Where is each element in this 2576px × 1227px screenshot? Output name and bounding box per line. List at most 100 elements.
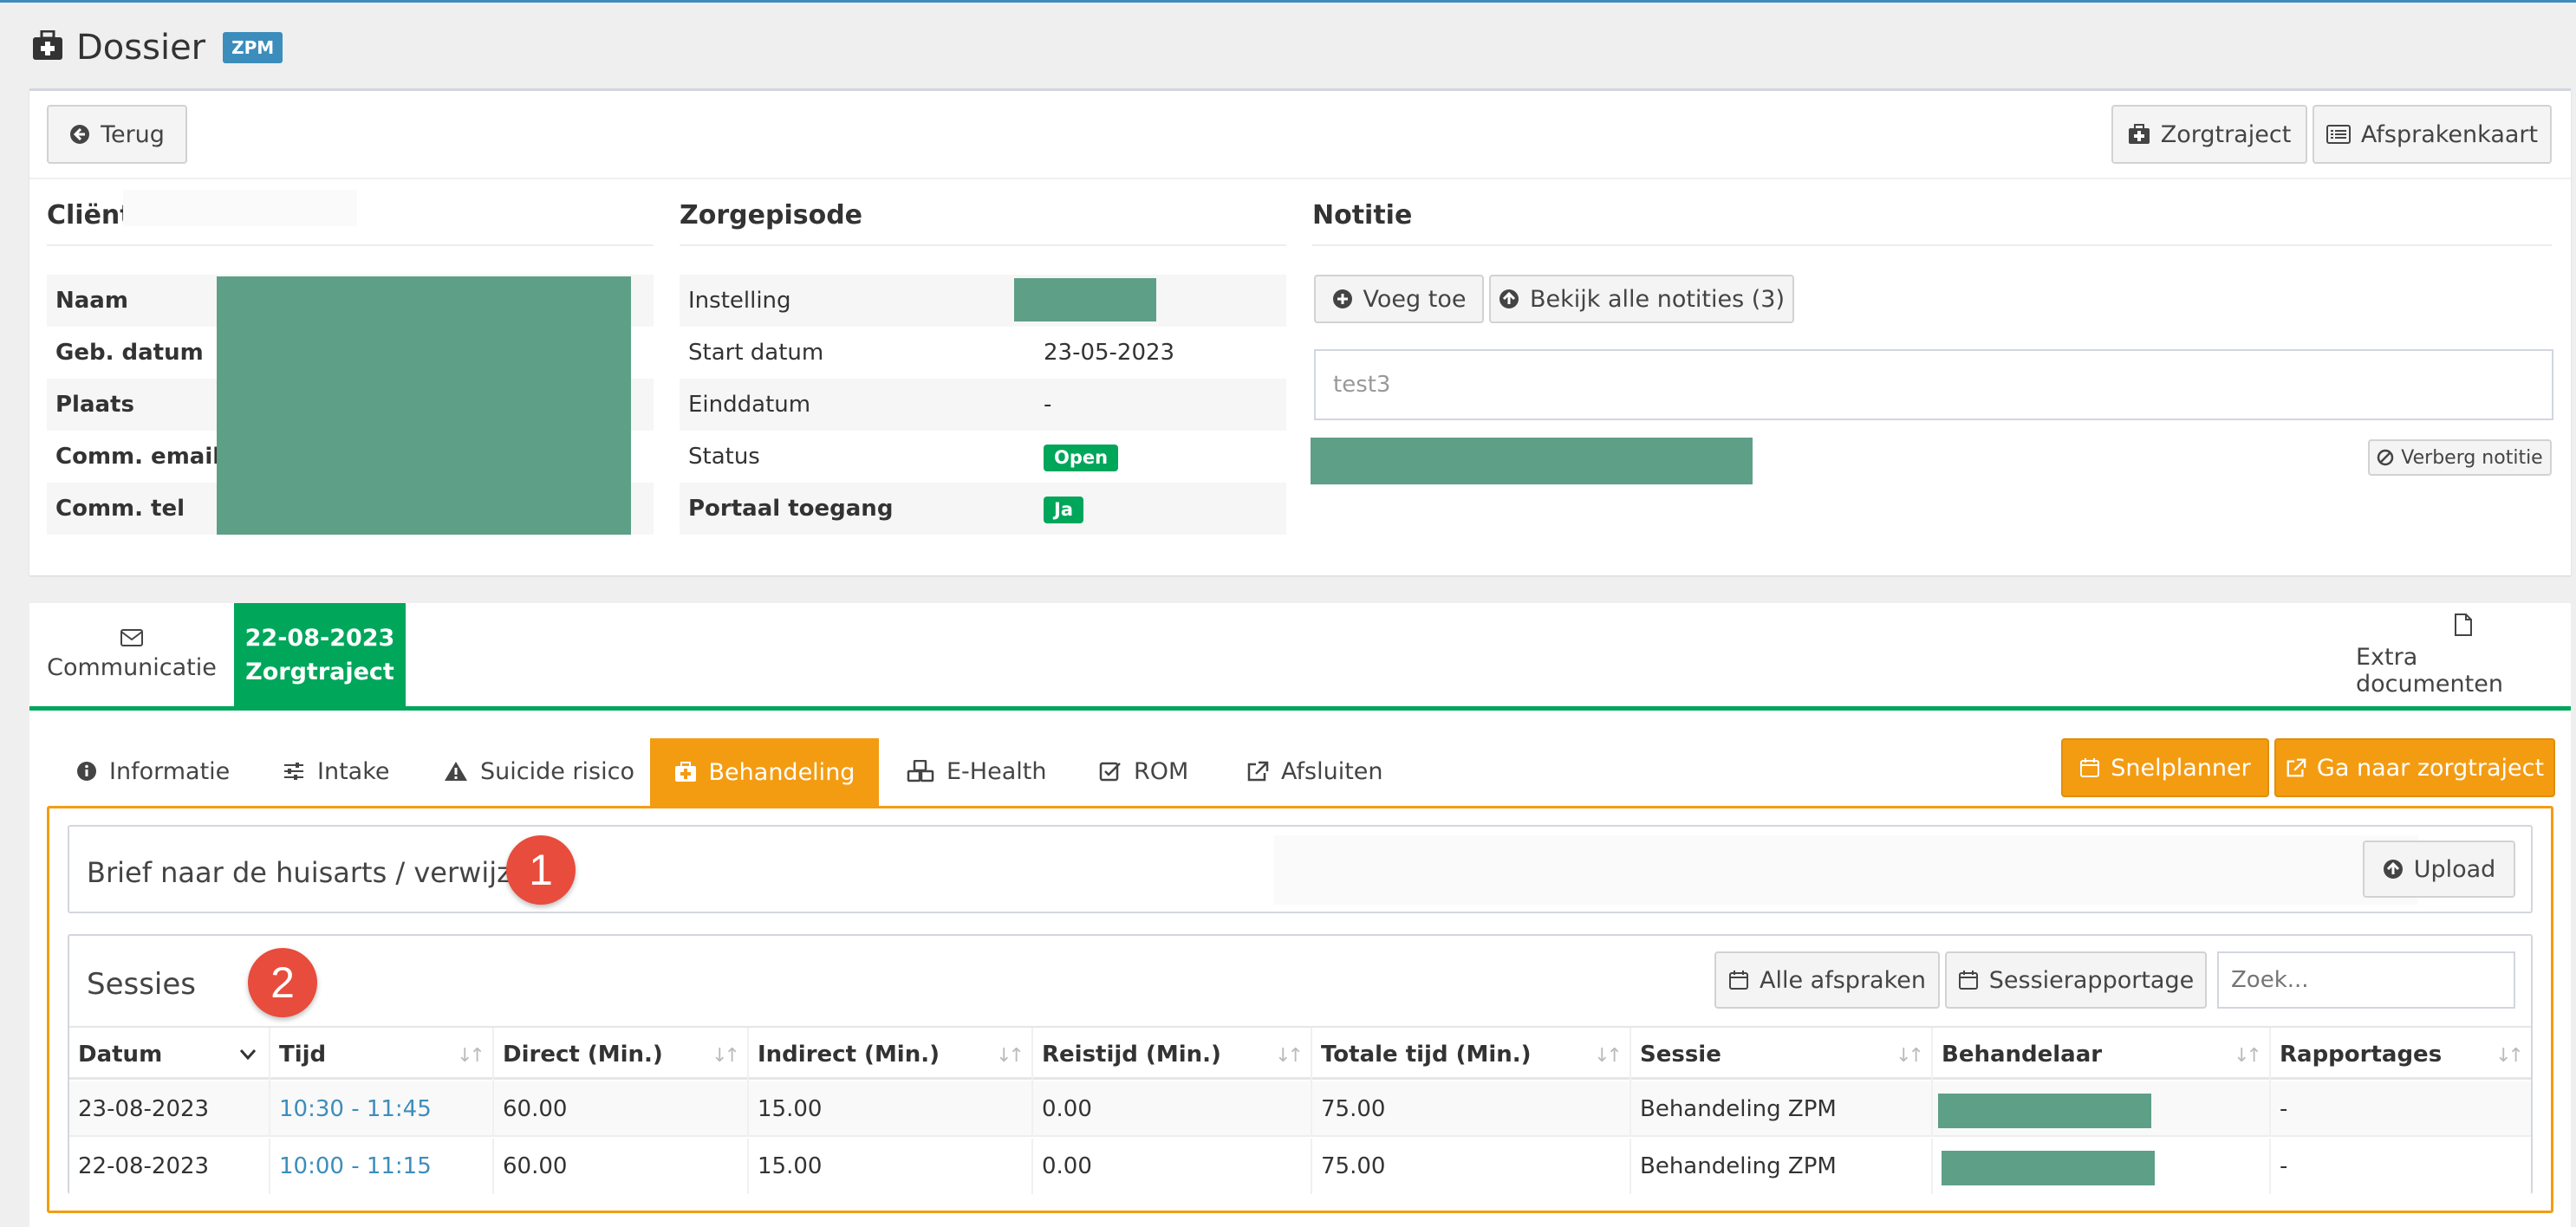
- sort-icon: ↓↑: [996, 1045, 1025, 1067]
- subtab-intake-label: Intake: [317, 757, 390, 785]
- subtab-intake[interactable]: Intake: [283, 738, 390, 804]
- search-input[interactable]: [2217, 951, 2515, 1009]
- episode-row-status: Status Open: [680, 431, 1286, 483]
- view-all-notes-button[interactable]: Bekijk alle notities (3): [1489, 275, 1794, 323]
- cell-reistijd: 0.00: [1033, 1081, 1312, 1137]
- start-datum-value: 23-05-2023: [1044, 340, 1175, 366]
- main-tab-bar: Communicatie 22-08-2023 Zorgtraject Extr…: [29, 603, 2571, 711]
- add-note-button[interactable]: Voeg toe: [1314, 275, 1484, 323]
- subtab-afsluiten[interactable]: Afsluiten: [1246, 738, 1383, 804]
- envelope-icon: [120, 629, 143, 646]
- col-sessie-label: Sessie: [1640, 1042, 1721, 1068]
- cell-behandelaar: [1933, 1081, 2271, 1137]
- col-rapportages[interactable]: Rapportages ↓↑: [2271, 1028, 2531, 1081]
- page-header: Dossier ZPM: [31, 24, 283, 71]
- ga-naar-zorgtraject-button[interactable]: Ga naar zorgtraject: [2274, 738, 2555, 797]
- col-sessie[interactable]: Sessie ↓↑: [1631, 1028, 1933, 1081]
- medkit-icon: [31, 29, 64, 65]
- subtab-informatie[interactable]: Informatie: [76, 738, 230, 804]
- notes-section-title: Notitie: [1312, 200, 2552, 246]
- tab-extra-documenten-label: Extra documenten: [2356, 643, 2503, 698]
- col-rapportages-label: Rapportages: [2280, 1042, 2443, 1068]
- calendar-icon: [2080, 758, 2100, 777]
- instelling-redaction: [1014, 278, 1156, 321]
- cell-behandelaar: [1933, 1139, 2271, 1194]
- col-reistijd[interactable]: Reistijd (Min.) ↓↑: [1033, 1028, 1312, 1081]
- hide-note-button[interactable]: Verberg notitie: [2368, 439, 2552, 476]
- brief-box: Brief naar de huisarts / verwijzer Uploa…: [68, 825, 2533, 913]
- table-row[interactable]: 23-08-2023 10:30 - 11:45 60.00 15.00 0.0…: [69, 1081, 2531, 1137]
- subtab-e-health-label: E-Health: [946, 757, 1047, 785]
- col-totale-tijd[interactable]: Totale tijd (Min.) ↓↑: [1312, 1028, 1631, 1081]
- tab-zorgtraject[interactable]: 22-08-2023 Zorgtraject: [234, 603, 406, 706]
- cell-totaal: 75.00: [1312, 1139, 1631, 1194]
- plus-circle-icon: [1332, 289, 1352, 308]
- list-alt-icon: [2326, 125, 2351, 144]
- sliders-icon: [284, 763, 303, 780]
- col-tijd[interactable]: Tijd ↓↑: [270, 1028, 494, 1081]
- subtab-rom[interactable]: ROM: [1099, 738, 1188, 804]
- comm-tel-label: Comm. tel: [55, 496, 185, 522]
- cell-tijd-link[interactable]: 10:30 - 11:45: [270, 1081, 494, 1137]
- table-row[interactable]: 22-08-2023 10:00 - 11:15 60.00 15.00 0.0…: [69, 1139, 2531, 1194]
- cell-tijd-link[interactable]: 10:00 - 11:15: [270, 1139, 494, 1194]
- cell-indirect: 15.00: [749, 1139, 1033, 1194]
- external-link-icon: [1247, 761, 1269, 782]
- episode-row-eind: Einddatum -: [680, 379, 1286, 431]
- cell-datum: 23-08-2023: [69, 1081, 270, 1137]
- file-icon: [2455, 613, 2472, 636]
- instelling-label: Instelling: [688, 288, 791, 314]
- cell-totaal: 75.00: [1312, 1081, 1631, 1137]
- episode-row-portaal: Portaal toegang Ja: [680, 483, 1286, 535]
- col-datum-label: Datum: [78, 1042, 163, 1068]
- tab-communicatie[interactable]: Communicatie: [29, 603, 234, 706]
- behandelaar-redaction: [1942, 1151, 2155, 1185]
- col-datum[interactable]: Datum: [69, 1028, 270, 1081]
- client-title-redaction: [123, 190, 357, 226]
- brief-title: Brief naar de huisarts / verwijzer: [87, 856, 540, 889]
- toolbar-divider: [29, 178, 2571, 179]
- note-author-redaction: [1311, 438, 1753, 484]
- subtab-suicide-risico[interactable]: Suicide risico: [444, 738, 634, 804]
- comm-email-label: Comm. email: [55, 444, 221, 470]
- add-note-label: Voeg toe: [1363, 285, 1467, 313]
- note-input[interactable]: test3: [1314, 349, 2553, 420]
- cell-rapportages: -: [2280, 1153, 2288, 1179]
- subtab-rom-label: ROM: [1134, 757, 1189, 785]
- subtab-behandeling[interactable]: Behandeling: [650, 738, 879, 806]
- main-tab-fill: [406, 603, 2356, 706]
- page-title: Dossier: [76, 28, 206, 68]
- sort-icon: ↓↑: [1896, 1045, 1924, 1067]
- ban-icon: [2378, 449, 2394, 466]
- portaal-label: Portaal toegang: [688, 496, 894, 522]
- cubes-icon: [907, 760, 934, 782]
- subtab-informatie-label: Informatie: [109, 757, 231, 785]
- cell-datum: 22-08-2023: [69, 1139, 270, 1194]
- medkit-icon: [2128, 124, 2150, 144]
- tab-communicatie-label: Communicatie: [47, 654, 217, 681]
- col-behandelaar[interactable]: Behandelaar ↓↑: [1933, 1028, 2271, 1081]
- back-button-label: Terug: [101, 120, 165, 148]
- hide-note-label: Verberg notitie: [2401, 446, 2543, 469]
- dossier-card: Terug Zorgtraject Afsprakenkaart Cliënt …: [29, 88, 2571, 575]
- sessierapportage-button[interactable]: Sessierapportage: [1945, 951, 2207, 1009]
- cell-reistijd: 0.00: [1033, 1139, 1312, 1194]
- alle-afspraken-button[interactable]: Alle afspraken: [1714, 951, 1940, 1009]
- subtab-behandeling-label: Behandeling: [708, 758, 855, 786]
- col-direct[interactable]: Direct (Min.) ↓↑: [494, 1028, 749, 1081]
- col-totale-tijd-label: Totale tijd (Min.): [1321, 1042, 1532, 1068]
- subtab-e-health[interactable]: E-Health: [907, 738, 1046, 804]
- sort-icon: ↓↑: [1275, 1045, 1304, 1067]
- brief-redaction: [1274, 835, 2418, 905]
- tab-extra-documenten[interactable]: Extra documenten: [2356, 603, 2571, 706]
- upload-button[interactable]: Upload: [2363, 841, 2515, 898]
- snelplanner-button[interactable]: Snelplanner: [2061, 738, 2269, 797]
- afsprakenkaart-button[interactable]: Afsprakenkaart: [2313, 105, 2552, 164]
- col-indirect[interactable]: Indirect (Min.) ↓↑: [749, 1028, 1033, 1081]
- cell-direct: 60.00: [494, 1081, 749, 1137]
- back-button[interactable]: Terug: [47, 105, 187, 164]
- zorgtraject-button[interactable]: Zorgtraject: [2111, 105, 2307, 164]
- einddatum-value: -: [1044, 392, 1052, 418]
- arrow-circle-left-icon: [70, 125, 90, 144]
- col-behandelaar-label: Behandelaar: [1942, 1042, 2103, 1068]
